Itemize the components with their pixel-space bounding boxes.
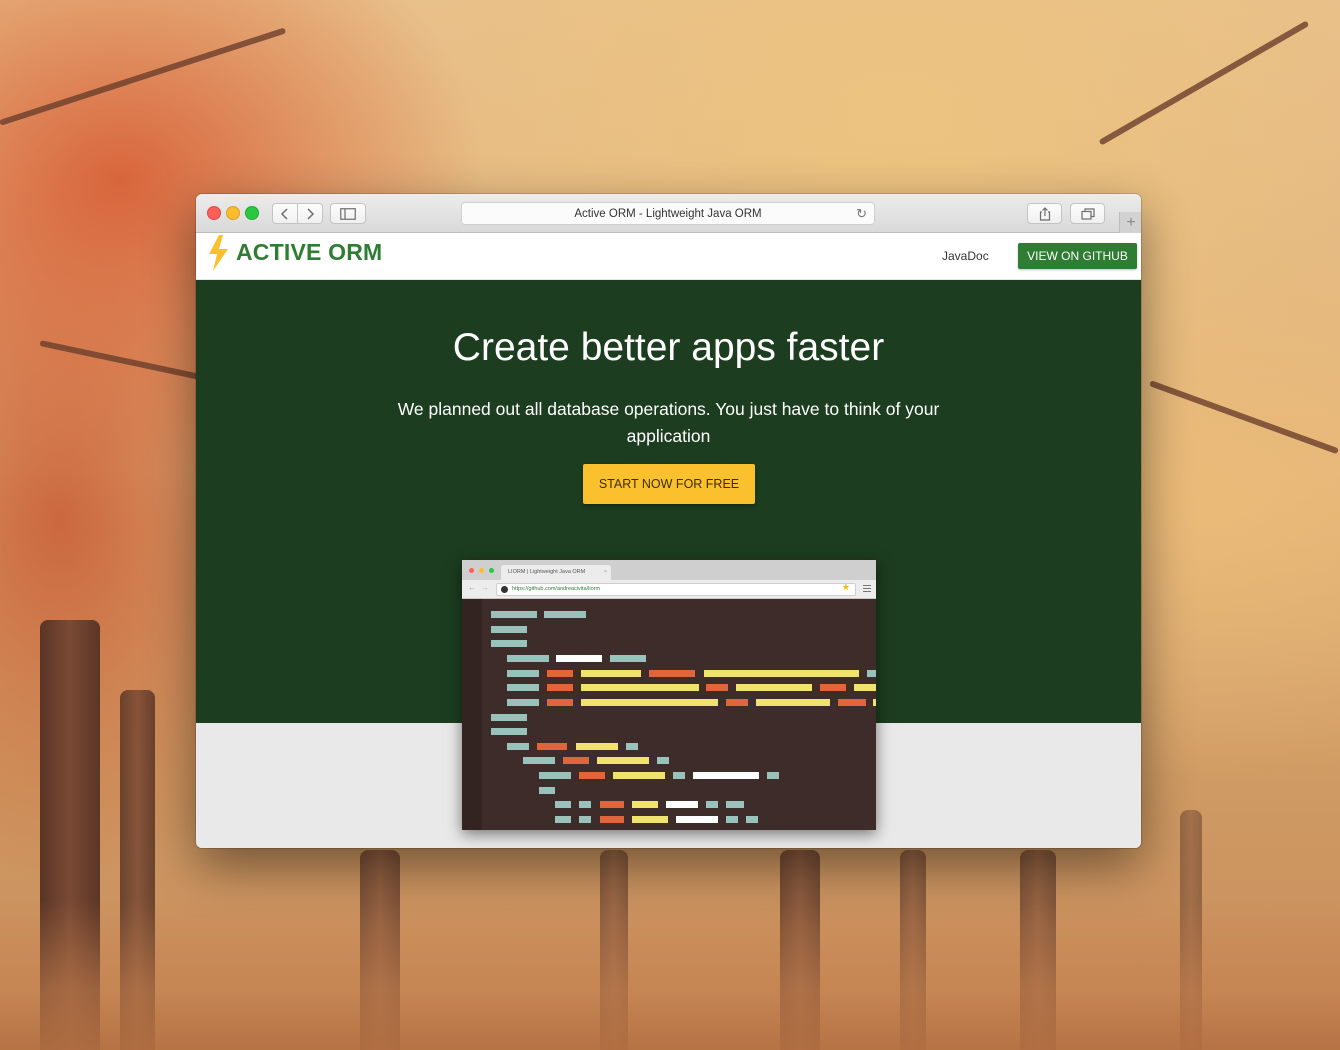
browser-window: Active ORM - Lightweight Java ORM ↻ + AC… <box>196 194 1141 848</box>
chevron-left-icon <box>280 207 288 220</box>
sidebar-icon <box>340 207 356 220</box>
preview-forward-icon: → <box>481 583 489 592</box>
preview-tab-close-icon: × <box>603 569 607 575</box>
start-now-button[interactable]: START NOW FOR FREE <box>583 464 755 504</box>
github-icon <box>501 586 508 593</box>
close-window-button[interactable] <box>207 206 221 220</box>
chevron-right-icon <box>307 207 315 220</box>
preview-tab: LIORM | Lightweight Java ORM × <box>501 565 611 580</box>
menu-icon <box>863 585 871 592</box>
site-navbar: ACTIVE ORM JavaDoc VIEW ON GITHUB <box>196 233 1141 280</box>
preview-browser-chrome: LIORM | Lightweight Java ORM × ← → https… <box>462 560 876 599</box>
preview-url-text: https://github.com/andreacivita/liorm <box>512 586 601 592</box>
preview-back-icon: ← <box>468 583 476 592</box>
address-bar[interactable]: Active ORM - Lightweight Java ORM ↻ <box>461 202 875 225</box>
site-logo-text[interactable]: ACTIVE ORM <box>236 239 382 266</box>
plus-icon: + <box>1126 213 1136 231</box>
back-button[interactable] <box>272 203 298 224</box>
star-icon: ★ <box>841 582 850 592</box>
lightning-bolt-icon <box>209 235 228 271</box>
preview-screenshot: LIORM | Lightweight Java ORM × ← → https… <box>462 560 876 830</box>
minimize-window-button[interactable] <box>226 206 240 220</box>
browser-titlebar: Active ORM - Lightweight Java ORM ↻ + <box>196 194 1141 233</box>
nav-link-javadoc[interactable]: JavaDoc <box>942 249 989 263</box>
view-on-github-button[interactable]: VIEW ON GITHUB <box>1018 243 1137 269</box>
share-button[interactable] <box>1027 203 1062 224</box>
reload-icon[interactable]: ↻ <box>856 206 867 222</box>
preview-close-dot <box>469 568 474 573</box>
hero-subtitle: We planned out all database operations. … <box>397 399 940 446</box>
tabs-icon <box>1080 207 1095 220</box>
forward-button[interactable] <box>297 203 323 224</box>
preview-url-bar: https://github.com/andreacivita/liorm <box>496 583 856 596</box>
preview-tab-title: LIORM | Lightweight Java ORM <box>508 569 586 575</box>
preview-zoom-dot <box>489 568 494 573</box>
sidebar-toggle-button[interactable] <box>330 203 366 224</box>
share-icon <box>1039 206 1050 221</box>
show-tabs-button[interactable] <box>1070 203 1105 224</box>
address-text: Active ORM - Lightweight Java ORM <box>574 207 762 220</box>
new-tab-button[interactable]: + <box>1119 212 1141 233</box>
hero-title: Create better apps faster <box>452 326 885 369</box>
preview-minimize-dot <box>479 568 484 573</box>
zoom-window-button[interactable] <box>245 206 259 220</box>
